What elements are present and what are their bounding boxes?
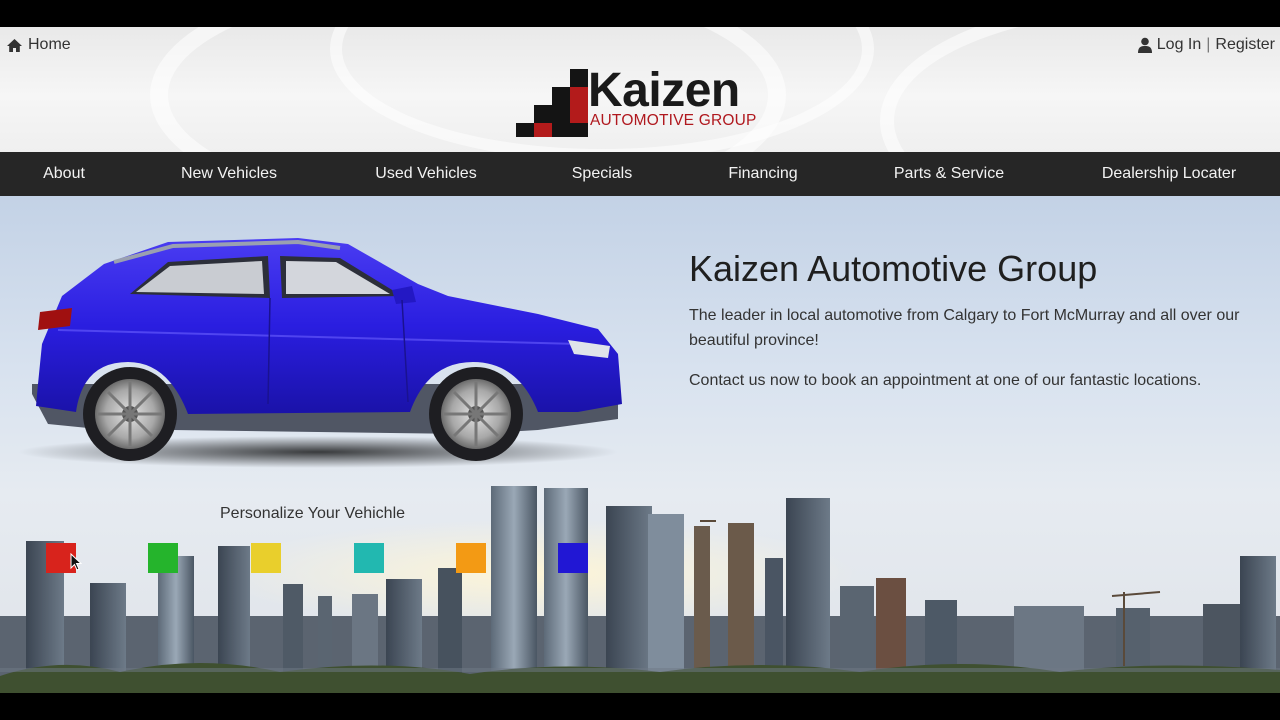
kaizen-logo[interactable]: Kaizen AUTOMOTIVE GROUP [516,64,776,137]
main-nav: About New Vehicles Used Vehicles Special… [0,152,1280,196]
logo-tagline: AUTOMOTIVE GROUP [590,112,757,129]
nav-item-new-vehicles[interactable]: New Vehicles [181,152,277,196]
car-image [18,238,622,468]
logo-square [570,69,588,87]
hero-section: Kaizen Automotive Group The leader in lo… [0,196,1280,693]
personalize-heading: Personalize Your Vehichle [220,505,406,522]
logo-square [570,105,588,123]
register-link[interactable]: Register [1215,36,1275,54]
login-link[interactable]: Log In [1157,36,1201,54]
nav-item-parts-service[interactable]: Parts & Service [894,152,1004,196]
logo-square [552,87,570,105]
color-swatch-yellow[interactable] [251,543,281,573]
nav-item-specials[interactable]: Specials [572,152,632,196]
mouse-cursor-icon [70,553,82,571]
color-swatch-blue[interactable] [558,543,588,573]
home-link-label: Home [28,36,71,53]
site-header: Home Log In | Register Kaizen AUTOMOTIVE… [0,27,1280,152]
color-swatch-green[interactable] [148,543,178,573]
logo-square [534,123,552,137]
logo-wordmark: Kaizen [588,64,740,117]
page-frame: Home Log In | Register Kaizen AUTOMOTIVE… [0,27,1280,693]
nav-item-about[interactable]: About [43,152,85,196]
logo-square [534,105,552,123]
city-skyline-image [0,476,1280,693]
nav-item-financing[interactable]: Financing [728,152,797,196]
logo-square [552,105,570,123]
auth-links: Log In | Register [1137,36,1275,54]
hero-title: Kaizen Automotive Group [689,248,1098,289]
color-swatch-teal[interactable] [354,543,384,573]
logo-square [570,87,588,105]
logo-square [552,123,570,137]
hero-paragraph-1: The leader in local automotive from Calg… [689,307,1240,349]
color-swatch-orange[interactable] [456,543,486,573]
user-icon [1137,37,1152,53]
nav-item-dealership-locater[interactable]: Dealership Locater [1102,152,1236,196]
auth-separator: | [1206,36,1211,53]
logo-square [516,123,534,137]
home-icon [7,38,22,52]
nav-item-used-vehicles[interactable]: Used Vehicles [375,152,476,196]
home-link[interactable]: Home [6,36,71,54]
hero-paragraph-2: Contact us now to book an appointment at… [689,372,1202,389]
logo-square [570,123,588,137]
